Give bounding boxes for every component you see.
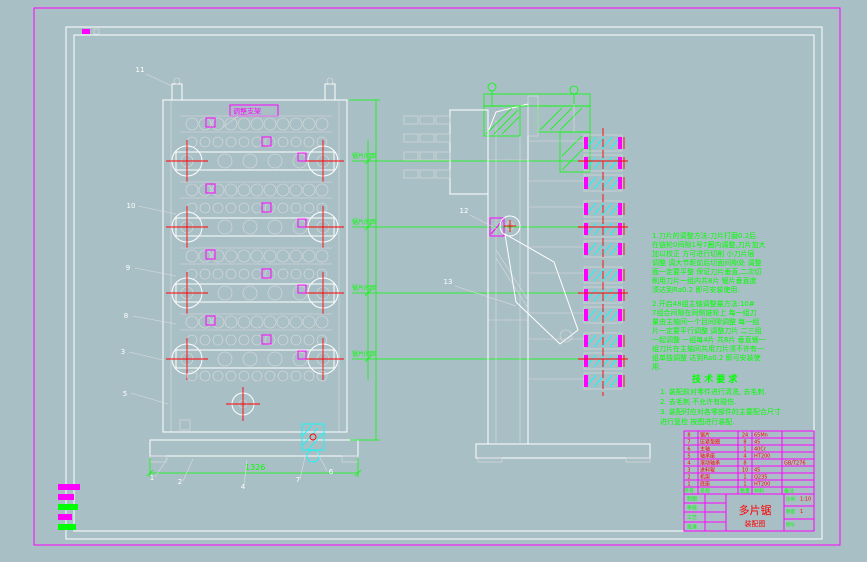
svg-text:序号: 序号 [684,488,694,495]
svg-text:用.: 用. [652,363,661,371]
svg-text:65Mn: 65Mn [754,433,768,439]
svg-text:40Cr: 40Cr [754,447,767,453]
base-dimension: 1326 [245,463,265,472]
svg-text:10: 10 [742,468,748,474]
svg-text:底座: 底座 [700,481,710,488]
svg-text:锯片: 锯片 [700,432,710,439]
svg-text:工艺: 工艺 [687,515,697,521]
callout-9: 9 [126,264,130,272]
svg-text:3: 3 [687,468,690,474]
svg-text:1. 装配前对零件进行清洗, 去毛刺.: 1. 装配前对零件进行清洗, 去毛刺. [660,387,767,396]
svg-text:1.刀片的调整方法:刀片打磨0.2后: 1.刀片的调整方法:刀片打磨0.2后 [652,231,756,240]
cad-application-window: 调整支架 锯片间距 锯片间距 锯片间距 锯片间距 1326 1 2 3 4 5 … [0,0,867,562]
svg-text:4: 4 [743,454,746,460]
svg-text:8: 8 [743,461,746,467]
svg-text:2.开启48组主轴调整量方法:10#: 2.开启48组主轴调整量方法:10# [652,299,755,308]
svg-text:批准: 批准 [687,524,697,531]
svg-text:锯片间距: 锯片间距 [352,152,376,160]
tech-req-title: 技 术 要 求 [692,373,738,385]
svg-text:滚动轴承: 滚动轴承 [700,460,720,467]
svg-text:6: 6 [687,447,690,453]
callout-1: 1 [150,474,154,482]
svg-text:HT200: HT200 [754,454,770,460]
svg-text:一起调整 一组每4片 共8片 垂直锯一: 一起调整 一组每4片 共8片 垂直锯一 [652,335,766,344]
svg-text:1: 1 [743,482,746,488]
svg-text:须达到Ra0.2 即可安装使用.: 须达到Ra0.2 即可安装使用. [652,285,740,294]
svg-text:1: 1 [800,509,803,515]
svg-text:在链轮0间隙1号7圈内调整,刀片加大: 在链轮0间隙1号7圈内调整,刀片加大 [652,240,766,249]
svg-text:锯片间距: 锯片间距 [352,284,376,292]
svg-text:轴承座: 轴承座 [700,453,715,460]
callout-8: 8 [124,312,128,320]
svg-text:备注: 备注 [784,488,794,495]
svg-text:面一定要平整 保证刀片垂直,二次切: 面一定要平整 保证刀片垂直,二次切 [652,267,761,276]
svg-text:1: 1 [743,475,746,481]
svg-text:数量: 数量 [786,508,795,515]
svg-text:调整 调大节距前后切面间隙处 调整: 调整 调大节距前后切面间隙处 调整 [652,258,761,267]
callout-2: 2 [178,478,182,486]
callout-7: 7 [296,476,300,484]
svg-text:锯片间距: 锯片间距 [352,218,376,226]
svg-text:8: 8 [687,433,690,439]
svg-text:24: 24 [742,433,748,439]
drawing-title: 多片锯 [739,503,772,517]
callout-3: 3 [121,348,125,356]
svg-text:7组合间隙在同侧链轮上 每一组刀: 7组合间隙在同侧链轮上 每一组刀 [652,308,757,317]
svg-text:数量: 数量 [740,488,750,495]
svg-text:片一定要平行调整 调整刀片 二三组: 片一定要平行调整 调整刀片 二三组 [652,326,761,335]
svg-text:量由主轴间一个目间隙调整 每一组: 量由主轴间一个目间隙调整 每一组 [652,317,759,326]
svg-text:1: 1 [687,482,690,488]
svg-text:2: 2 [687,475,690,481]
svg-text:4: 4 [687,461,690,467]
svg-text:HT200: HT200 [754,482,770,488]
cad-drawing-area: 调整支架 锯片间距 锯片间距 锯片间距 锯片间距 1326 1 2 3 4 5 … [0,0,867,562]
svg-text:5: 5 [687,454,690,460]
notes-paragraph-1: 1.刀片的调整方法:刀片打磨0.2后 在链轮0间隙1号7圈内调整,刀片加大 加以… [652,231,766,294]
svg-text:进料辊: 进料辊 [700,467,715,474]
svg-text:比例: 比例 [786,496,795,503]
svg-text:材料: 材料 [754,488,764,495]
svg-text:机架: 机架 [700,474,710,481]
svg-text:名称: 名称 [700,488,710,495]
svg-text:组刀片在主轴间共用刀片须不许有一: 组刀片在主轴间共用刀片须不许有一 [652,344,764,353]
svg-text:1: 1 [743,447,746,453]
svg-text:主轴: 主轴 [700,446,710,453]
callout-12: 12 [460,207,469,215]
svg-text:1:10: 1:10 [800,497,811,503]
callout-5: 5 [123,390,127,398]
callout-4: 4 [241,483,246,491]
svg-text:3. 装配时应对各零部件的主要配合尺寸: 3. 装配时应对各零部件的主要配合尺寸 [660,407,781,416]
callout-6: 6 [329,468,334,476]
svg-text:锯片间距: 锯片间距 [352,350,376,358]
callout-10: 10 [127,202,136,210]
svg-text:45: 45 [754,468,760,474]
callout-11: 11 [136,66,145,74]
svg-text:8: 8 [743,440,746,446]
svg-text:压紧垫圈: 压紧垫圈 [700,439,720,446]
svg-text:审核: 审核 [687,505,697,512]
svg-text:Q235: Q235 [754,475,767,481]
svg-text:进行复检 按图进行装配.: 进行复检 按图进行装配. [660,417,734,426]
svg-text:GB/T276: GB/T276 [784,461,806,467]
callout-13: 13 [444,278,453,286]
svg-text:2. 去毛刺 不允许有碰伤.: 2. 去毛刺 不允许有碰伤. [660,397,736,406]
svg-text:加以校正 方可进行切削 小刀片层: 加以校正 方可进行切削 小刀片层 [652,249,754,258]
svg-text:图号: 图号 [786,522,795,528]
svg-text:7: 7 [687,440,690,446]
svg-text:组单独调整 达到Ra0.2 即可安装使: 组单独调整 达到Ra0.2 即可安装使 [652,353,761,362]
top-label: 调整支架 [233,107,261,116]
svg-text:制图: 制图 [687,496,697,503]
svg-text:45: 45 [754,440,760,446]
svg-text:削用刀片一组内共8片 锯片垂直度: 削用刀片一组内共8片 锯片垂直度 [652,276,757,285]
drawing-subtitle: 装配图 [745,519,766,528]
